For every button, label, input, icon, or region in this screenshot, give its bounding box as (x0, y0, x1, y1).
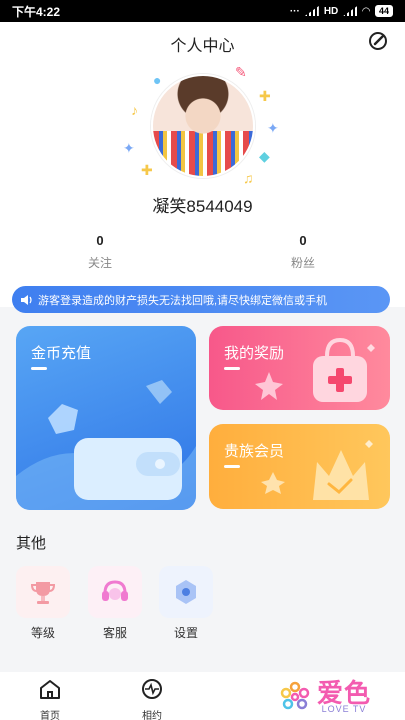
status-icons: ··· HD ◠ 44 (290, 5, 393, 17)
dots-icon: ··· (289, 5, 300, 17)
tool-level[interactable]: 等级 (14, 566, 72, 641)
pencil-icon: ✎ (235, 64, 247, 80)
stat-following[interactable]: 0 关注 (40, 233, 160, 271)
plus-icon-2: ✚ (259, 88, 271, 104)
gift-bag-icon (255, 337, 375, 402)
tab-meet-label: 相约 (142, 711, 162, 720)
bubble-icon: ● (153, 72, 162, 88)
my-rewards-card[interactable]: 我的奖励 (209, 326, 390, 410)
page-title: 个人中心 (170, 38, 235, 55)
music-note-icon-2: ♫ (243, 170, 254, 186)
followers-label: 粉丝 (290, 256, 315, 270)
headset-icon (88, 566, 142, 618)
diamond-icon: ◆ (259, 148, 270, 164)
trophy-icon (16, 566, 70, 618)
avatar-area[interactable]: ● ♪ ✦ ✚ ✎ ✚ ✦ ◆ ♫ (123, 62, 283, 192)
tab-home-label: 首页 (40, 711, 60, 720)
plus-icon: ✚ (141, 162, 153, 178)
tool-settings-label: 设置 (173, 626, 198, 640)
status-time: 下午4:22 (12, 4, 61, 19)
battery-icon: 44 (374, 5, 393, 17)
edit-profile-icon[interactable] (367, 30, 389, 52)
network-label: HD (323, 5, 339, 17)
crown-icon (261, 440, 373, 500)
music-note-icon: ♪ (131, 102, 138, 118)
signal-icon-2 (343, 6, 358, 16)
tab-home[interactable]: 首页 (20, 678, 80, 720)
settings-icon (159, 566, 213, 618)
following-count: 0 (96, 233, 104, 248)
avatar[interactable] (151, 74, 255, 178)
stat-followers[interactable]: 0 粉丝 (243, 233, 363, 271)
guest-notice-banner[interactable]: 游客登录造成的财产损失无法找回哦,请尽快绑定微信或手机 (12, 286, 390, 313)
home-icon (40, 680, 60, 699)
followers-count: 0 (299, 233, 307, 248)
brand-watermark: 爱色 LOVE TV (277, 676, 371, 718)
tab-meet[interactable]: 相约 (122, 678, 182, 720)
gold-recharge-card[interactable]: 金币充值 (16, 326, 196, 510)
wallet-icon (16, 380, 196, 510)
status-bar: 下午4:22 ··· HD ◠ 44 (0, 0, 405, 22)
tool-customer-service[interactable]: 客服 (86, 566, 144, 641)
tool-level-label: 等级 (30, 626, 55, 640)
noble-member-card[interactable]: 贵族会员 (209, 424, 390, 509)
notice-text: 游客登录造成的财产损失无法找回哦,请尽快绑定微信或手机 (38, 294, 328, 307)
tool-settings[interactable]: 设置 (157, 566, 215, 641)
username: 凝笑8544049 (152, 197, 253, 216)
speaker-icon (21, 294, 32, 305)
tool-customer-service-label: 客服 (102, 626, 127, 640)
brand-name: 爱色 (316, 678, 371, 708)
pulse-icon (142, 679, 162, 699)
brand-subtitle: LOVE TV (321, 704, 367, 714)
following-label: 关注 (87, 256, 112, 270)
sparkle-icon: ✦ (123, 140, 135, 156)
section-title-other: 其他 (16, 535, 47, 552)
sparkle-icon-2: ✦ (267, 120, 279, 136)
brand-flower-icon (280, 681, 310, 710)
signal-icon (304, 6, 319, 16)
wifi-icon: ◠ (362, 5, 370, 17)
